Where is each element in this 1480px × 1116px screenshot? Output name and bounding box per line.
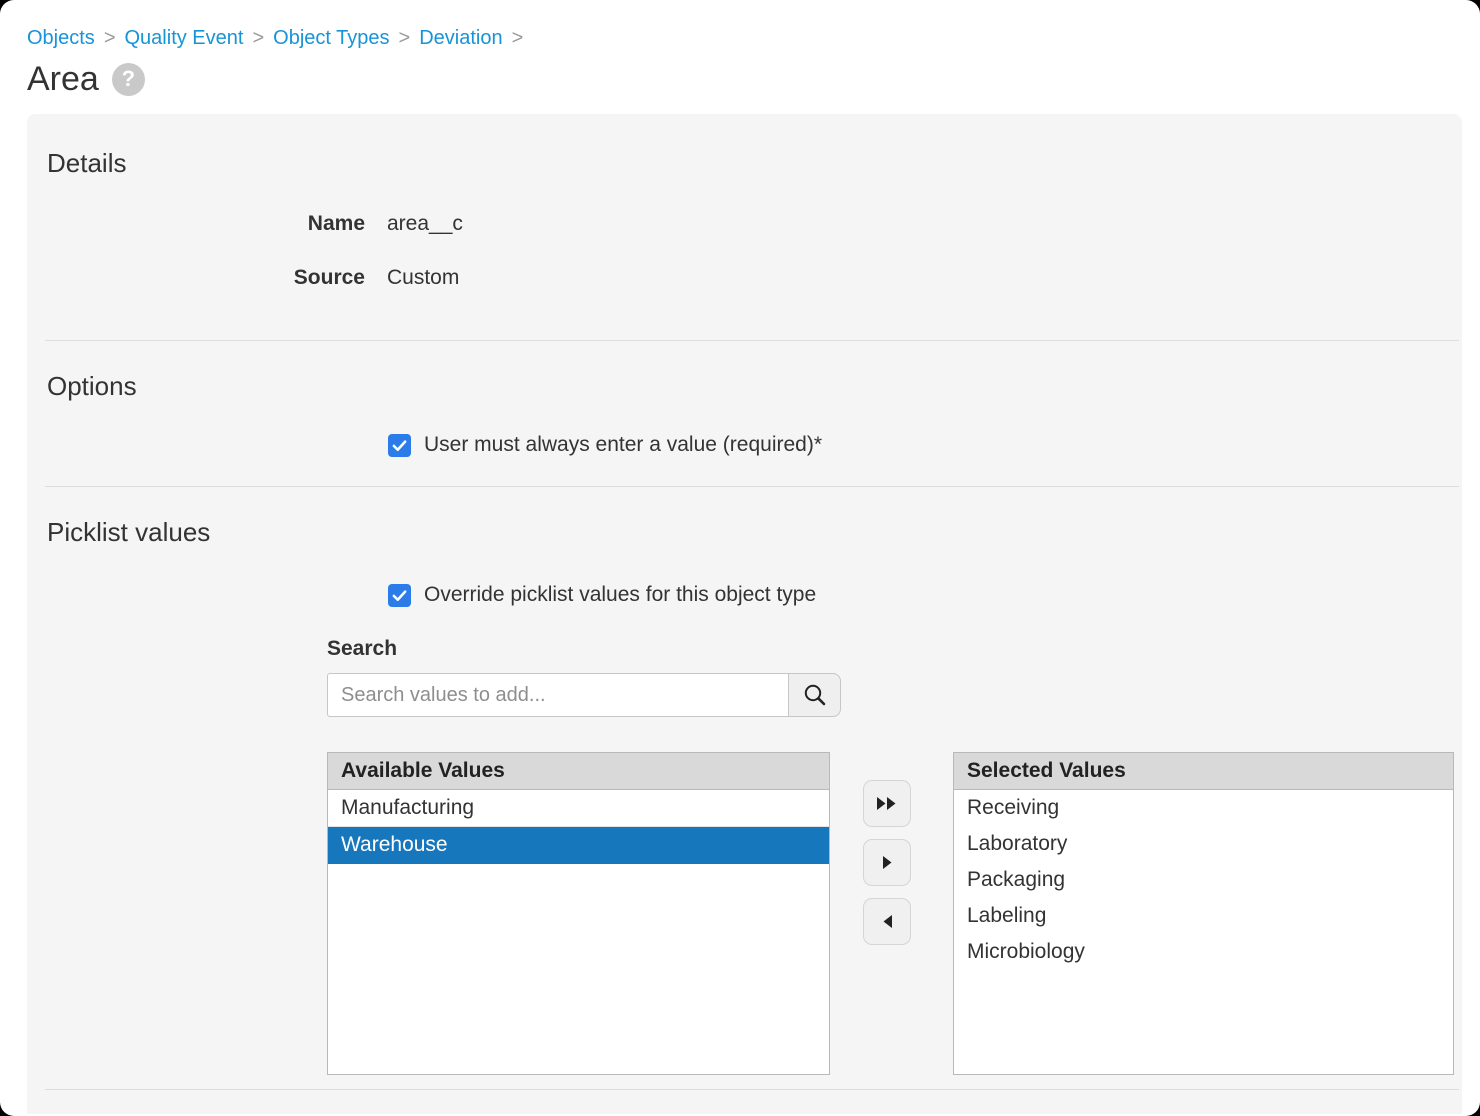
details-form: Name area__c Source Custom xyxy=(27,210,1462,292)
breadcrumb: Objects > Quality Event > Object Types > Devia… xyxy=(27,26,1480,50)
list-item-warehouse[interactable]: Warehouse xyxy=(328,827,829,864)
required-checkbox[interactable] xyxy=(388,434,411,457)
checkmark-icon xyxy=(391,437,408,454)
breadcrumb-link-deviation[interactable]: Deviation xyxy=(419,27,502,49)
required-checkbox-label: User must always enter a value (required… xyxy=(424,433,822,457)
picklist-search-block: Search xyxy=(327,637,1462,717)
list-item-receiving[interactable]: Receiving xyxy=(954,790,1453,826)
right-arrow-icon xyxy=(882,855,893,870)
selected-values-list: Receiving Laboratory Packaging Labeling … xyxy=(954,790,1453,1074)
left-arrow-icon xyxy=(882,914,893,929)
app-window: Objects > Quality Event > Object Types > Devia… xyxy=(0,0,1480,1116)
checkmark-icon xyxy=(391,587,408,604)
name-value: area__c xyxy=(387,210,463,238)
selected-values-listbox: Selected Values Receiving Laboratory Pac… xyxy=(953,752,1454,1075)
breadcrumb-separator: > xyxy=(252,27,264,49)
details-section-heading: Details xyxy=(27,114,1462,178)
source-value: Custom xyxy=(387,264,459,292)
page-header: Objects > Quality Event > Object Types > Devia… xyxy=(0,0,1480,99)
list-item-packaging[interactable]: Packaging xyxy=(954,862,1453,898)
transfer-buttons xyxy=(863,752,911,945)
list-item-laboratory[interactable]: Laboratory xyxy=(954,826,1453,862)
available-values-listbox: Available Values Manufacturing Warehouse xyxy=(327,752,830,1075)
move-all-right-button[interactable] xyxy=(863,780,911,827)
list-item-labeling[interactable]: Labeling xyxy=(954,898,1453,934)
available-values-list: Manufacturing Warehouse xyxy=(328,790,829,1074)
move-left-button[interactable] xyxy=(863,898,911,945)
source-label: Source xyxy=(27,264,365,292)
override-checkbox-label: Override picklist values for this object… xyxy=(424,583,816,607)
breadcrumb-link-objects[interactable]: Objects xyxy=(27,27,95,49)
double-right-arrow-icon xyxy=(876,796,898,811)
options-section-heading: Options xyxy=(27,341,1462,401)
picklist-section-heading: Picklist values xyxy=(27,487,1462,547)
name-label: Name xyxy=(27,210,365,238)
magnifier-icon xyxy=(802,682,828,708)
breadcrumb-link-object-types[interactable]: Object Types xyxy=(273,27,389,49)
selected-values-header: Selected Values xyxy=(954,753,1453,790)
breadcrumb-separator: > xyxy=(399,27,411,49)
breadcrumb-separator: > xyxy=(104,27,116,49)
field-config-panel: Details Name area__c Source Custom Optio… xyxy=(27,114,1462,1114)
search-label: Search xyxy=(327,637,1462,661)
breadcrumb-separator: > xyxy=(512,27,524,49)
list-item-microbiology[interactable]: Microbiology xyxy=(954,934,1453,970)
override-checkbox[interactable] xyxy=(388,584,411,607)
breadcrumb-link-quality-event[interactable]: Quality Event xyxy=(125,27,244,49)
search-button[interactable] xyxy=(788,673,841,717)
override-checkbox-row: Override picklist values for this object… xyxy=(388,583,1462,607)
available-values-header: Available Values xyxy=(328,753,829,790)
source-field-row: Source Custom xyxy=(27,264,1462,292)
list-item-manufacturing[interactable]: Manufacturing xyxy=(328,790,829,827)
move-right-button[interactable] xyxy=(863,839,911,886)
name-field-row: Name area__c xyxy=(27,210,1462,238)
search-input[interactable] xyxy=(327,673,789,717)
page-title: Area xyxy=(27,59,99,99)
bottom-divider xyxy=(45,1089,1459,1090)
required-checkbox-row: User must always enter a value (required… xyxy=(388,433,1462,457)
dual-list-picker: Available Values Manufacturing Warehouse xyxy=(327,752,1462,1075)
question-mark-icon[interactable]: ? xyxy=(112,63,145,96)
